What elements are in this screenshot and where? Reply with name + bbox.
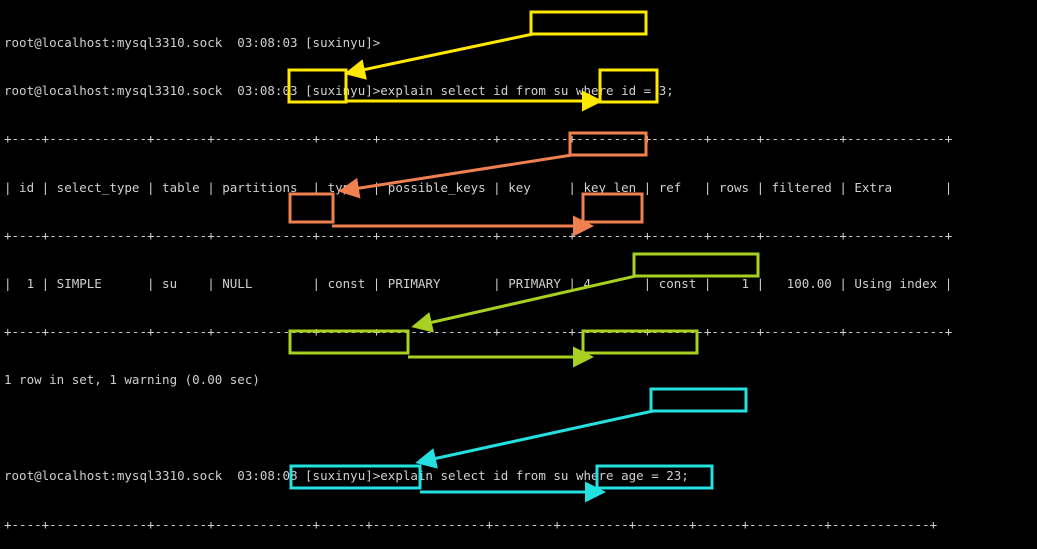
- terminal-line: root@localhost:mysql3310.sock 03:08:08 […: [4, 468, 689, 484]
- terminal-line: | id | select_type | table | partitions …: [4, 179, 953, 195]
- terminal-line: +----+-------------+-------+------------…: [4, 131, 953, 147]
- terminal-line: +----+-------------+-------+------------…: [4, 227, 953, 243]
- terminal-line: | 1 | SIMPLE | su | NULL | const | PRIMA…: [4, 275, 953, 291]
- terminal-line: root@localhost:mysql3310.sock 03:08:03 […: [4, 35, 381, 51]
- terminal-window: root@localhost:mysql3310.sock 03:08:03 […: [0, 0, 1037, 549]
- terminal-line: root@localhost:mysql3310.sock 03:08:03 […: [4, 83, 674, 99]
- terminal-line: +----+-------------+-------+------------…: [4, 516, 938, 532]
- terminal-line: +----+-------------+-------+------------…: [4, 323, 953, 339]
- terminal-line: 1 row in set, 1 warning (0.00 sec): [4, 372, 260, 388]
- terminal-output: root@localhost:mysql3310.sock 03:08:03 […: [4, 3, 1012, 549]
